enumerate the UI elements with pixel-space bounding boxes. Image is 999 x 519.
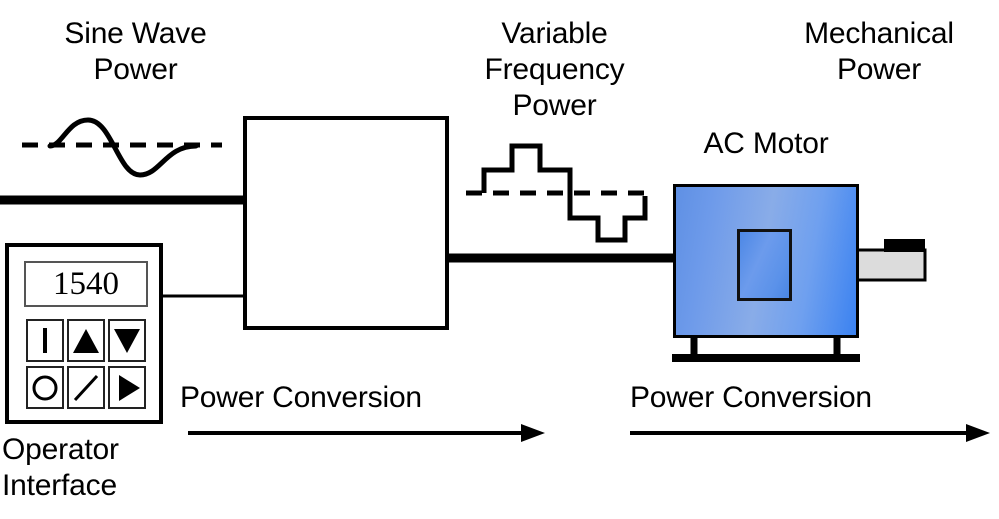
arrow-right-icon	[521, 424, 545, 442]
sine-curve	[47, 117, 199, 178]
power-conversion-arrow-right	[630, 424, 990, 442]
vfd-diagram: Sine Wave Power Variable Frequency Power…	[0, 0, 999, 519]
up-arrow-key[interactable]	[67, 319, 105, 362]
ac-motor-terminal-box	[737, 229, 792, 301]
run-play-key[interactable]	[108, 366, 146, 409]
stop-bar-key[interactable]	[26, 319, 64, 362]
power-conversion-arrow-left	[188, 424, 545, 442]
controller-box	[243, 116, 449, 330]
shaft-tip	[884, 239, 925, 252]
pwm-wave-graphic	[466, 143, 648, 243]
motor-shaft	[855, 239, 927, 282]
speed-display: 1540	[24, 261, 148, 307]
triangle-up-icon	[73, 329, 99, 353]
slash-icon	[73, 374, 99, 402]
circle-key[interactable]	[26, 366, 64, 409]
down-arrow-key[interactable]	[108, 319, 146, 362]
operator-interface-panel[interactable]: 1540	[5, 243, 163, 424]
triangle-right-icon	[119, 375, 140, 401]
motor-mount	[672, 338, 860, 362]
shaft-body	[855, 248, 927, 282]
sine-wave-graphic	[22, 117, 222, 178]
triangle-down-icon	[114, 329, 140, 353]
arrow-right-icon	[966, 424, 990, 442]
bar-icon	[43, 328, 47, 353]
circle-icon	[32, 375, 58, 401]
slash-key[interactable]	[67, 366, 105, 409]
keypad[interactable]	[26, 319, 150, 409]
